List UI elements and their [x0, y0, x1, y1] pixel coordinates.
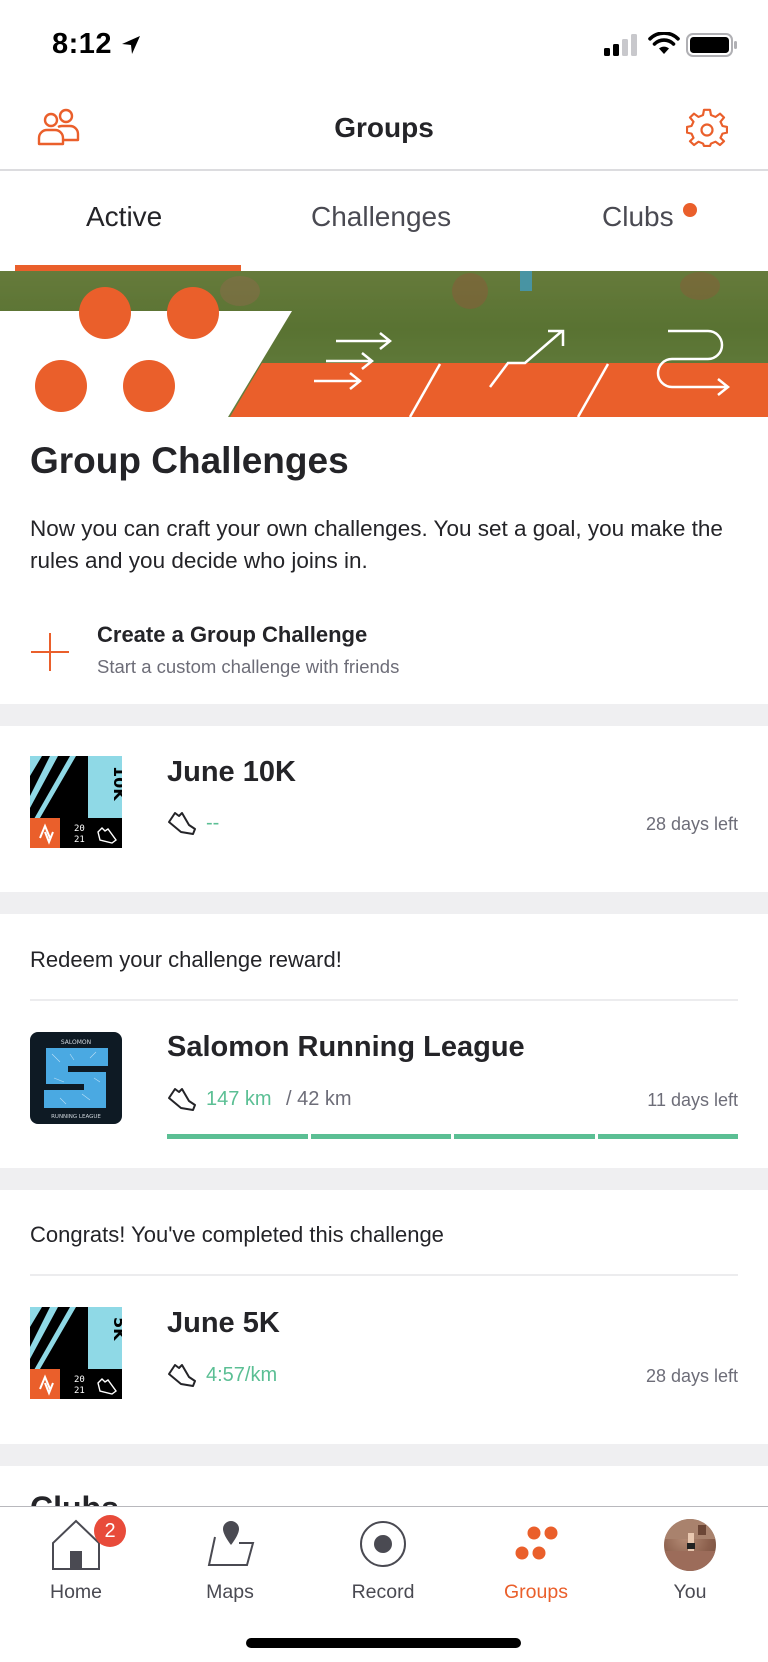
segment-tabs: Active Challenges Clubs: [0, 171, 768, 271]
banner-dot: [79, 287, 131, 339]
progress-segment: [597, 1134, 738, 1139]
badge-year: 20: [74, 824, 85, 834]
badge-bottom-text: RUNNING LEAGUE: [51, 1114, 101, 1120]
progress-segment: [454, 1134, 595, 1139]
tab-you[interactable]: You: [630, 1507, 750, 1607]
tab-maps[interactable]: Maps: [170, 1507, 290, 1607]
shoe-icon: [168, 1364, 196, 1387]
section-title: Group Challenges: [30, 440, 349, 481]
home-indicator[interactable]: [246, 1638, 521, 1648]
shoe-icon: [168, 812, 196, 835]
challenge-progress-bar: [167, 1134, 738, 1139]
challenge-badge-5k[interactable]: 20 21 5K: [30, 1307, 122, 1399]
tab-label: Groups: [504, 1581, 568, 1603]
challenge-badge-10k[interactable]: 20 21 10K: [30, 756, 122, 848]
challenge-title[interactable]: Salomon Running League: [167, 1031, 525, 1064]
nav-header: Groups: [0, 90, 768, 171]
badge-label: 10K: [110, 766, 122, 801]
tab-label: You: [673, 1581, 707, 1603]
svg-text:21: 21: [74, 1386, 85, 1396]
days-left: 28 days left: [645, 814, 738, 834]
create-group-challenge-button[interactable]: Create a Group Challenge Start a custom …: [0, 612, 768, 702]
create-challenge-subtitle: Start a custom challenge with friends: [97, 656, 400, 677]
banner-dot: [167, 287, 219, 339]
wifi-icon: [648, 32, 680, 54]
shoe-icon: [168, 1088, 196, 1111]
progress-segment: [310, 1134, 451, 1139]
challenge-card[interactable]: Redeem your challenge reward! SALOMON RU…: [0, 914, 768, 1168]
avatar: [664, 1519, 716, 1571]
banner-dot: [35, 360, 87, 412]
tab-label: Maps: [206, 1581, 254, 1603]
clubs-section-title: Clubs: [30, 1492, 119, 1506]
clubs-notification-dot: [683, 203, 697, 217]
progress-segment-fill: [167, 1134, 308, 1139]
tab-groups[interactable]: Groups: [476, 1507, 596, 1607]
gear-icon[interactable]: [686, 108, 728, 150]
avatar-photo: [664, 1519, 716, 1571]
challenge-badge-salomon[interactable]: SALOMON RUNNING LEAGUE: [30, 1032, 122, 1124]
days-left: 11 days left: [647, 1090, 738, 1110]
badge-top-text: SALOMON: [61, 1039, 91, 1046]
banner-dot: [123, 360, 175, 412]
location-arrow-icon: [122, 36, 140, 54]
notification-badge: 2: [94, 1515, 126, 1547]
section-divider: [0, 1168, 768, 1190]
progress-segment-fill: [454, 1134, 595, 1139]
tab-home[interactable]: 2 Home: [16, 1507, 136, 1607]
groups-icon: [515, 1526, 558, 1560]
section-divider: [0, 892, 768, 914]
badge-label: 5K: [110, 1317, 122, 1341]
svg-text:21: 21: [74, 835, 85, 845]
status-time: 8:12: [52, 28, 113, 60]
progress-segment-fill: [597, 1134, 738, 1139]
section-divider: [0, 1444, 768, 1466]
group-challenges-banner: [0, 271, 768, 417]
tab-challenges[interactable]: Challenges: [311, 201, 451, 233]
tab-label: Record: [351, 1581, 415, 1603]
tab-label: Home: [49, 1581, 103, 1603]
badge-year: 20: [74, 1375, 85, 1385]
battery-icon: [686, 33, 737, 57]
section-description: Now you can craft your own challenges. Y…: [30, 516, 723, 573]
challenge-title[interactable]: June 10K: [167, 756, 296, 789]
reward-note[interactable]: Redeem your challenge reward!: [30, 947, 342, 973]
days-left: 28 days left: [645, 1366, 738, 1386]
progress-segment: [167, 1134, 308, 1139]
challenge-progress-value: 147 km: [206, 1088, 272, 1110]
tab-active[interactable]: Active: [86, 201, 162, 233]
challenge-card[interactable]: 20 21 10K June 10K -- 28 days left: [0, 726, 768, 892]
page-title: Groups: [334, 112, 434, 143]
challenge-progress-value: --: [206, 812, 220, 834]
card-divider: [30, 1274, 738, 1276]
map-icon: [207, 1521, 255, 1566]
challenge-title[interactable]: June 5K: [167, 1307, 280, 1340]
section-divider: [0, 704, 768, 726]
create-challenge-title: Create a Group Challenge: [97, 622, 368, 647]
completed-note: Congrats! You've completed this challeng…: [30, 1222, 444, 1247]
challenge-card[interactable]: Congrats! You've completed this challeng…: [0, 1190, 768, 1444]
banner-orange-band: [230, 363, 768, 417]
progress-segment-fill: [310, 1134, 451, 1139]
challenge-progress-value: 4:57/km: [206, 1364, 278, 1386]
banner-artwork: [0, 271, 768, 417]
tab-record[interactable]: Record: [323, 1507, 443, 1607]
cellular-signal-icon: [604, 34, 637, 56]
challenge-goal: / 42 km: [286, 1088, 352, 1110]
card-divider: [30, 999, 738, 1001]
record-icon: [360, 1521, 406, 1567]
tab-clubs[interactable]: Clubs: [602, 201, 674, 233]
bottom-tab-bar: 2 Home Maps Record Groups You: [0, 1506, 768, 1662]
status-bar: 8:12: [0, 0, 768, 90]
plus-icon: [31, 633, 69, 671]
